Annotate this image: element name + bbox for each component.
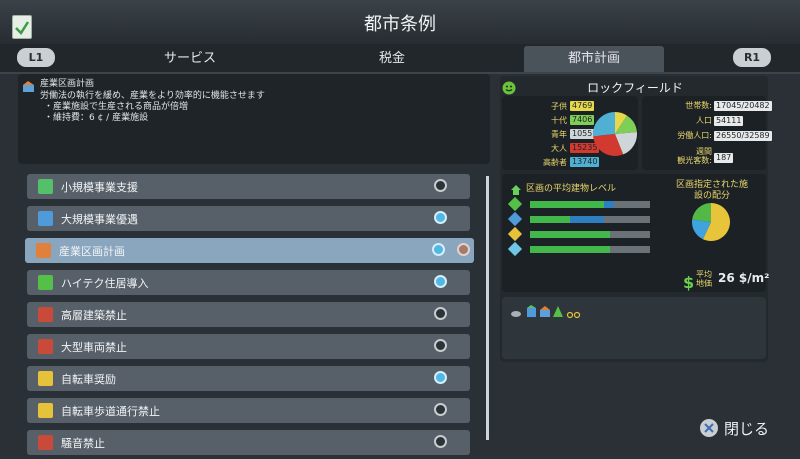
policy-label: ハイテク住居導入 [61,277,149,290]
policy-row[interactable]: ハイテク住居導入 [27,270,470,295]
building-level-fill [530,246,611,253]
building-level-upgrade-fill [604,201,614,208]
industry-space-planning-icon [22,78,35,92]
policy-label: 小規模事業支援 [61,181,138,194]
hightech-housing-icon [38,275,53,290]
age-group-value: 7406 [570,115,595,125]
window-title: 都市条例 [364,14,436,35]
age-group-value: 4769 [570,101,595,111]
scrollbar-thumb[interactable] [486,176,489,440]
building-level-fill [530,201,605,208]
house-level-icon [510,181,522,195]
policy-row[interactable]: 高層建築禁止 [27,302,470,327]
building-level-fill [530,231,611,238]
noise-ban-icon [38,435,53,450]
heavy-traffic-ban-icon [38,339,53,354]
pie-slice [692,203,711,222]
policy-toggle[interactable] [434,179,447,192]
district-stat-label: 人口 [696,116,712,125]
cross-button-icon [700,419,718,437]
small-business-icon [38,179,53,194]
building-level-title: 区画の平均建物レベル [526,184,617,194]
dollar-icon: $ [683,273,695,292]
district-stat-label: 世帯数: [685,101,712,110]
policy-toggle[interactable] [434,307,447,320]
policy-label: 自転車奨励 [61,373,116,386]
district-stat-label: 労働人口: [677,131,712,140]
district-stat-value: 54111 [714,116,744,126]
building-level-upgrade-fill [569,216,605,223]
policy-label: 高層建築禁止 [61,309,127,322]
policy-row[interactable]: 自転車歩道通行禁止 [27,398,470,423]
r1-bumper-button[interactable]: R1 [733,48,771,67]
policy-row[interactable]: 大型車両禁止 [27,334,470,359]
policy-toggle[interactable] [434,371,447,384]
zone-pie-chart [692,203,730,245]
policy-label: 騒音禁止 [61,437,105,450]
policy-toggle[interactable] [434,435,447,448]
industry-space-planning-icon [540,306,550,317]
close-label: 閉じる [724,420,770,438]
age-group-label: 大人 [551,144,567,153]
industry-space-planning-icon [36,243,51,258]
tab-city-planning[interactable]: 都市計画 [524,46,664,72]
l1-bumper-button[interactable]: L1 [17,48,55,67]
active-policy-icons [510,304,590,323]
happy-face-icon [502,80,516,95]
age-group-label: 高齢者 [543,158,567,167]
hightech-housing-icon [553,306,563,317]
age-group-label: 青年 [551,130,567,139]
policy-label: 産業区画計画 [59,245,125,258]
bike-icon [38,371,53,386]
pie-slice [593,112,615,137]
policy-row[interactable]: 産業区画計画 [25,238,474,263]
district-policy-toggle[interactable] [457,243,470,256]
district-name: ロックフィールド [587,81,683,95]
policy-label: 大規模事業優遇 [61,213,138,226]
policy-toggle[interactable] [434,403,447,416]
policy-row[interactable]: 自転車奨励 [27,366,470,391]
avg-land-value-label: 平均 地価 [696,270,712,288]
age-group-label: 十代 [551,116,567,125]
zone-distribution-title: 区画指定された施設の配分 [675,180,748,201]
district-stat-value: 17045/20482 [714,101,772,111]
avg-land-value: 26 $/m² [718,271,770,285]
policy-row[interactable]: 大規模事業優遇 [27,206,470,231]
building-level-bar [530,246,650,253]
policy-toggle[interactable] [434,275,447,288]
building-level-bar [530,201,650,208]
building-level-bar [530,231,650,238]
tab-services[interactable]: サービス [120,46,260,72]
policy-toggle[interactable] [432,243,445,256]
smoke-icon [511,311,521,317]
big-business-icon [38,211,53,226]
close-button[interactable]: 閉じる [700,418,780,440]
district-stat-label: 週間 観光客数: [677,147,712,165]
policy-row[interactable]: 騒音禁止 [27,430,470,455]
policy-toggle[interactable] [434,339,447,352]
age-group-label: 子供 [551,102,567,111]
tab-taxes[interactable]: 税金 [322,46,462,72]
big-business-icon [527,305,536,317]
policy-label: 大型車両禁止 [61,341,127,354]
policy-row[interactable]: 小規模事業支援 [27,174,470,199]
bike-icon [566,311,581,319]
district-stat-value: 26550/32589 [714,131,772,141]
building-level-bar [530,216,650,223]
info-bullet-2: ・維持費：6 ¢ / 産業施設 [44,113,149,123]
building-level-fill [530,216,570,223]
info-title: 産業区画計画 [40,79,95,89]
bike-ban-sidewalk-icon [38,403,53,418]
age-pie-chart [593,112,637,160]
policy-label: 自転車歩道通行禁止 [61,405,160,418]
district-stat-value: 187 [714,153,734,163]
high-rise-ban-icon [38,307,53,322]
policy-toggle[interactable] [434,211,447,224]
